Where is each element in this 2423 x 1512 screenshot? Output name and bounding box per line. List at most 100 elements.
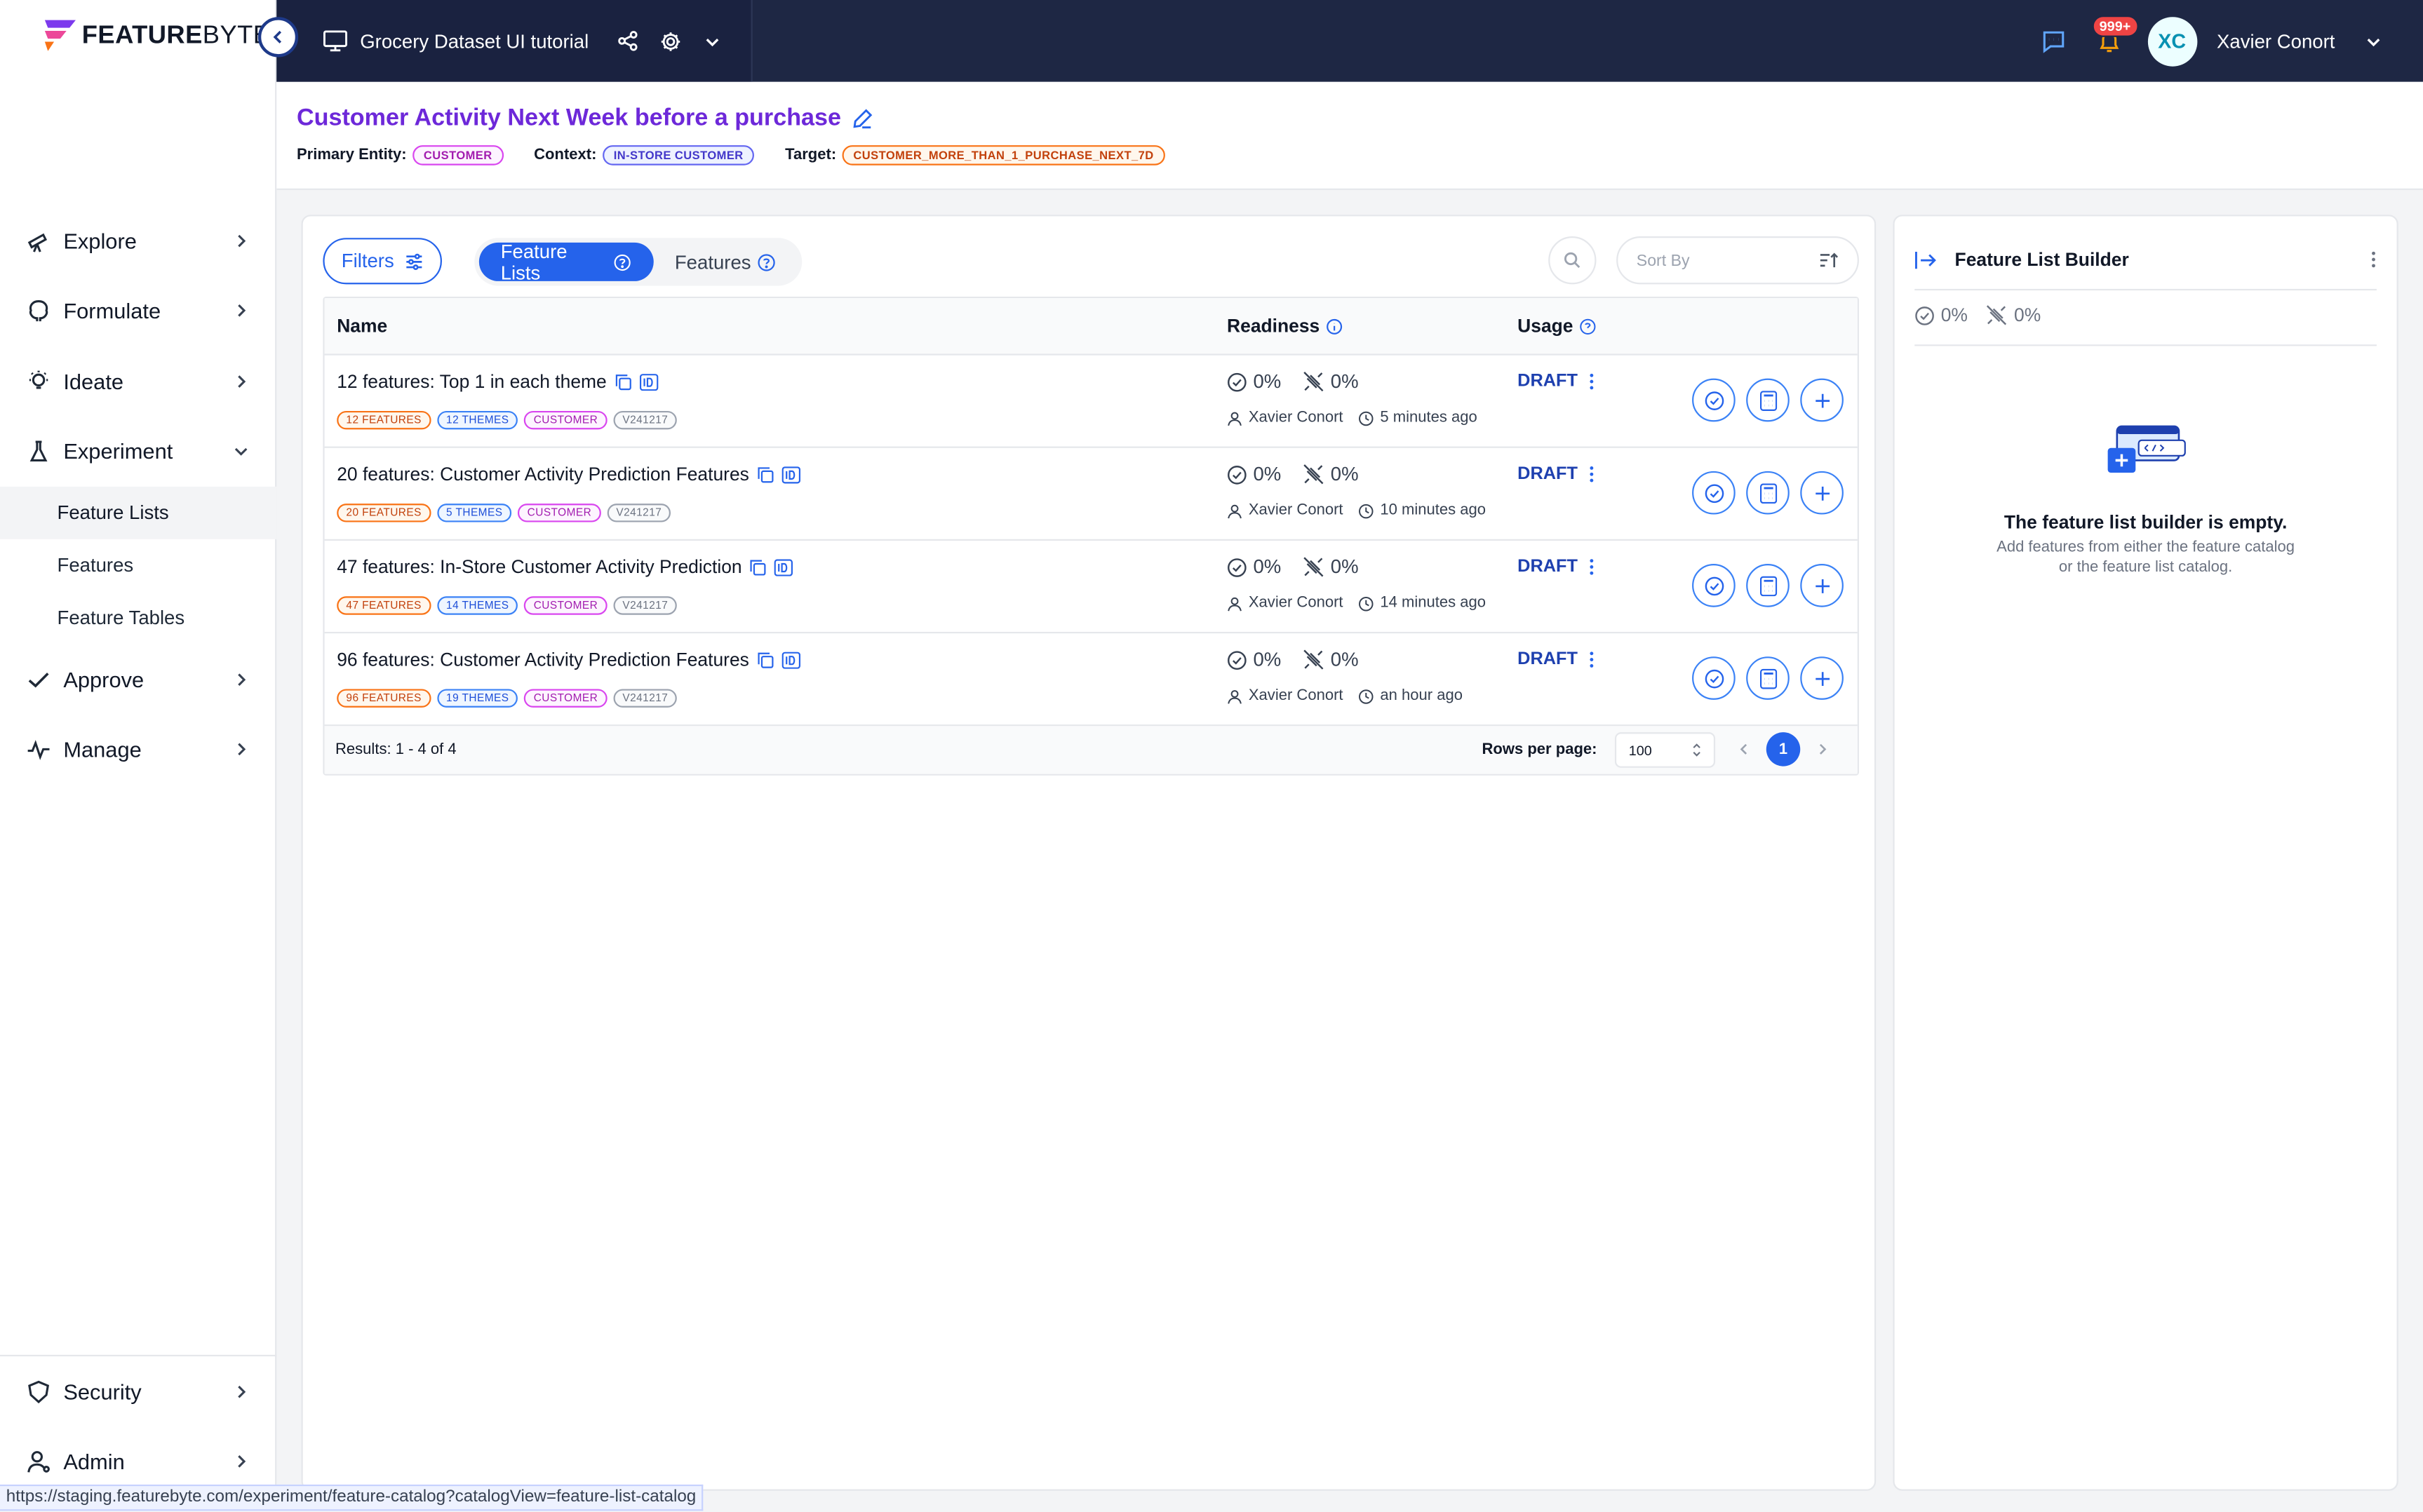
table-row[interactable]: 96 features: Customer Activity Predictio… (324, 633, 1858, 727)
table-row[interactable]: 47 features: In-Store Customer Activity … (324, 541, 1858, 634)
chevron-right-icon (238, 234, 246, 247)
row-tag: 96 FEATURES (337, 689, 431, 708)
copy-icon[interactable] (757, 466, 774, 482)
tab-feature-lists[interactable]: Feature Lists (478, 241, 654, 283)
more-vertical-icon[interactable] (2370, 250, 2377, 269)
row-tags: 12 FEATURES 12 THEMES CUSTOMER V241217 (337, 410, 678, 430)
search-button[interactable] (1548, 236, 1597, 285)
calculator-icon (1759, 482, 1777, 504)
sidebar-subitem-feature-tables[interactable]: Feature Tables (0, 592, 276, 644)
row-tag: CUSTOMER (524, 410, 608, 430)
chevron-left-icon (273, 30, 282, 43)
more-vertical-icon[interactable] (1588, 558, 1595, 576)
copy-icon[interactable] (615, 373, 631, 390)
row-tag: 12 FEATURES (337, 410, 431, 430)
plug-off-icon (1987, 305, 2007, 325)
id-icon[interactable] (774, 558, 793, 576)
check-circle-icon (1915, 306, 1934, 325)
edit-icon[interactable] (852, 108, 873, 130)
chevron-down-icon[interactable] (2361, 29, 2386, 53)
sidebar-item-security[interactable]: Security (0, 1356, 276, 1426)
table-row[interactable]: 20 features: Customer Activity Predictio… (324, 448, 1858, 541)
sidebar-item-formulate[interactable]: Formulate (0, 276, 276, 346)
approve-button[interactable] (1692, 378, 1736, 422)
plus-icon (1815, 485, 1830, 500)
calculator-button[interactable] (1746, 378, 1790, 422)
brain-icon (25, 298, 51, 324)
chevron-right-icon[interactable] (1815, 743, 1828, 756)
user-icon (1228, 596, 1242, 611)
feature-list-catalog: Filters Feature Lists Features Sort By N… (301, 215, 1877, 1491)
table-body: 12 features: Top 1 in each theme 12 FEAT… (324, 356, 1858, 727)
id-icon[interactable] (638, 372, 658, 391)
sidebar-subitem-features[interactable]: Features (0, 539, 276, 592)
chevron-left-icon[interactable] (1738, 743, 1751, 756)
pagination: 1 (1738, 732, 1828, 767)
help-icon[interactable] (1579, 318, 1596, 335)
sidebar-collapse-button[interactable] (257, 17, 299, 58)
user-area: 999+ XC Xavier Conort (2041, 0, 2423, 82)
more-vertical-icon[interactable] (1588, 650, 1595, 668)
row-tag: CUSTOMER (524, 596, 608, 615)
row-status: DRAFT (1517, 558, 1595, 576)
table-row[interactable]: 12 features: Top 1 in each theme 12 FEAT… (324, 356, 1858, 448)
approve-button[interactable] (1692, 656, 1736, 700)
page-title: Customer Activity Next Week before a pur… (297, 105, 873, 133)
plug-off-icon (1303, 649, 1324, 670)
row-status: DRAFT (1517, 650, 1595, 669)
plug-off-icon (1303, 464, 1324, 485)
chat-icon[interactable] (2041, 29, 2065, 53)
rows-per-page-select[interactable]: 100 (1614, 732, 1716, 768)
sort-by-select[interactable]: Sort By (1616, 236, 1859, 285)
approve-button[interactable] (1692, 564, 1736, 607)
calculator-button[interactable] (1746, 656, 1790, 700)
use-case-header: Customer Activity Next Week before a pur… (276, 81, 2423, 190)
approve-button[interactable] (1692, 471, 1736, 515)
primary-entity-badge[interactable]: CUSTOMER (412, 145, 504, 166)
calculator-button[interactable] (1746, 471, 1790, 515)
gear-icon[interactable] (658, 29, 683, 53)
id-icon[interactable] (781, 651, 800, 668)
sidebar-subitem-feature-lists[interactable]: Feature Lists (0, 486, 277, 539)
calculator-icon (1759, 668, 1777, 689)
target-badge[interactable]: CUSTOMER_MORE_THAN_1_PURCHASE_NEXT_7D (843, 145, 1165, 166)
share-icon[interactable] (617, 29, 641, 53)
chevron-down-icon[interactable] (700, 29, 725, 53)
add-to-builder-button[interactable] (1800, 471, 1844, 515)
user-name[interactable]: Xavier Conort (2217, 30, 2335, 52)
more-vertical-icon[interactable] (1588, 465, 1595, 483)
sidebar-bottom: Security Admin (0, 1354, 277, 1497)
add-to-builder-button[interactable] (1800, 378, 1844, 422)
calculator-button[interactable] (1746, 564, 1790, 607)
add-to-builder-button[interactable] (1800, 564, 1844, 607)
avatar[interactable]: XC (2147, 16, 2197, 66)
logo-text: FEATUREBYTE (81, 20, 271, 49)
more-vertical-icon[interactable] (1588, 372, 1595, 391)
sidebar-item-manage[interactable]: Manage (0, 715, 276, 785)
row-tag: 12 THEMES (436, 410, 518, 430)
filters-button[interactable]: Filters (323, 238, 443, 285)
collapse-panel-icon[interactable] (1914, 250, 1936, 271)
context-badge[interactable]: IN-STORE CUSTOMER (603, 145, 755, 166)
copy-icon[interactable] (750, 558, 767, 575)
sidebar-item-ideate[interactable]: Ideate (0, 346, 276, 416)
row-readiness: 0% 0% (1227, 371, 1359, 393)
sidebar-item-explore[interactable]: Explore (0, 205, 276, 276)
tab-features[interactable]: Features (653, 243, 798, 281)
info-icon[interactable] (1326, 318, 1343, 335)
row-tags: 20 FEATURES 5 THEMES CUSTOMER V241217 (337, 504, 671, 522)
row-tag: CUSTOMER (524, 689, 608, 708)
copy-icon[interactable] (757, 651, 774, 668)
clock-icon (1359, 595, 1374, 611)
bell-icon[interactable]: 999+ (2091, 14, 2139, 53)
sidebar-item-experiment[interactable]: Experiment (0, 417, 276, 487)
dataset-title[interactable]: Grocery Dataset UI tutorial (360, 30, 589, 52)
sidebar-item-approve[interactable]: Approve (0, 644, 276, 715)
id-icon[interactable] (781, 466, 800, 483)
row-readiness: 0% 0% (1227, 649, 1359, 670)
plug-off-icon (1303, 372, 1324, 392)
page-button[interactable]: 1 (1766, 732, 1801, 767)
sidebar-nav: Explore Formulate Ideate Experiment Feat… (0, 205, 277, 785)
logo[interactable]: FEATUREBYTE (40, 17, 270, 54)
add-to-builder-button[interactable] (1800, 656, 1844, 700)
